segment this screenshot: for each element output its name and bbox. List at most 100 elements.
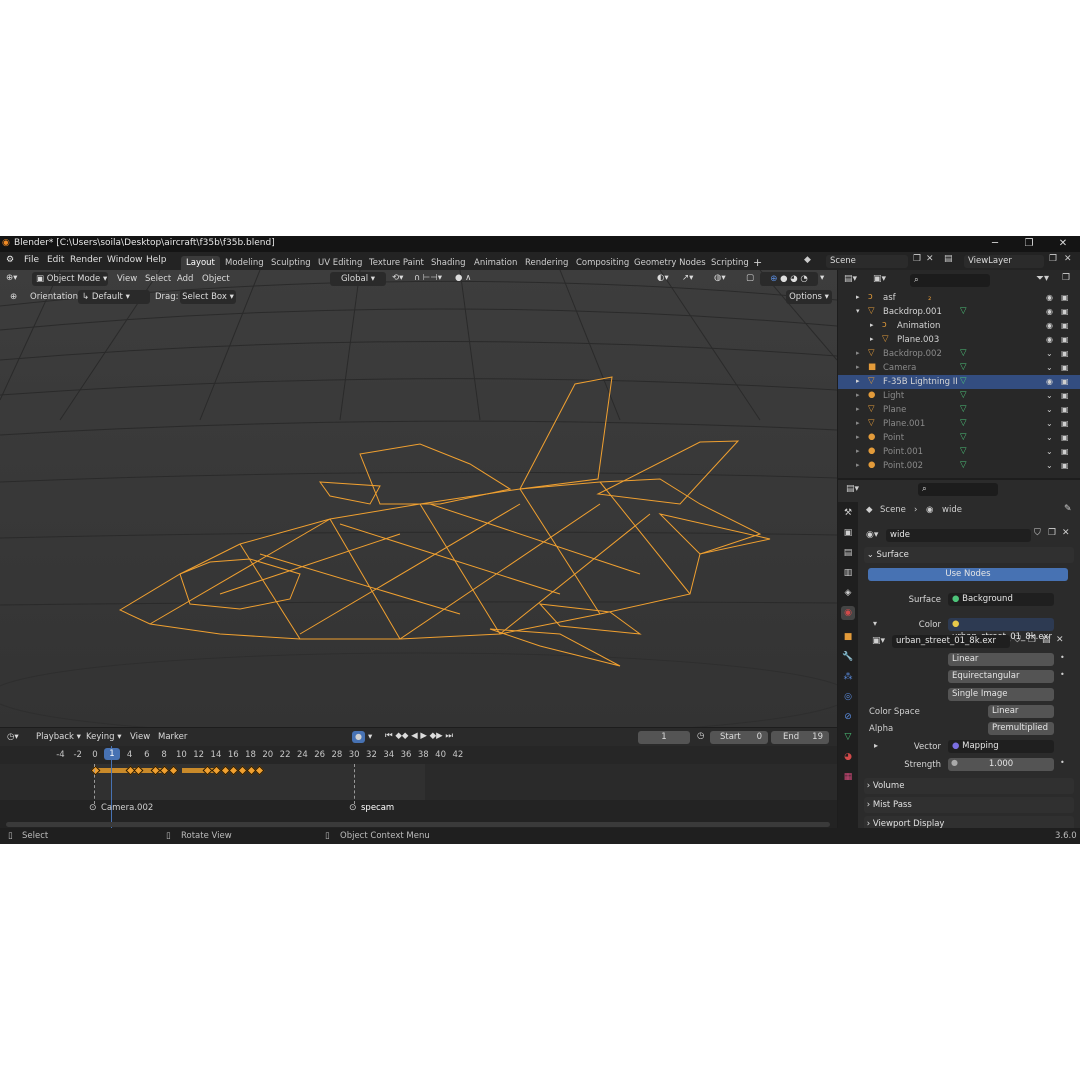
- color-dropdown[interactable]: ● urban_street_01_8k.exr: [948, 618, 1054, 642]
- render-camera-icon[interactable]: ▣: [1061, 335, 1069, 344]
- properties-search-input[interactable]: ⌕: [918, 483, 998, 496]
- data-link-icon[interactable]: ▽: [960, 418, 967, 428]
- outliner-row[interactable]: ▸ ↄ asf ₂ ◉ ▣: [838, 291, 1080, 305]
- physics-tab-icon[interactable]: ◎: [841, 690, 855, 704]
- outliner-row[interactable]: ▸ ▽ F-35B Lightning II ▽ ◉ ▣: [838, 375, 1080, 389]
- image-browse-icon[interactable]: ▣▾: [872, 636, 885, 646]
- expand-toggle-icon[interactable]: ▸: [870, 321, 874, 329]
- expand-toggle-icon[interactable]: ▸: [856, 293, 860, 301]
- modifier-tab-icon[interactable]: 🔧: [841, 650, 855, 664]
- expand-toggle-icon[interactable]: ▸: [856, 419, 860, 427]
- properties-editor-icon[interactable]: ▤▾: [846, 484, 859, 494]
- image-duplicate-icon[interactable]: ❐: [1028, 635, 1036, 645]
- outliner-row[interactable]: ▸ ● Point ▽ ⌄ ▣: [838, 431, 1080, 445]
- pin-icon[interactable]: ✎: [1064, 504, 1072, 514]
- expand-toggle-icon[interactable]: ▾: [856, 307, 860, 315]
- orientation-dropdown[interactable]: ↳ Default ▾: [78, 290, 150, 304]
- proportional-edit-icon[interactable]: ● ∧: [455, 273, 471, 283]
- menu-select[interactable]: Select: [145, 274, 171, 284]
- overlay-icon[interactable]: ◍▾: [714, 273, 726, 283]
- image-name-field[interactable]: urban_street_01_8k.exr: [892, 635, 1010, 648]
- use-nodes-button[interactable]: Use Nodes: [868, 568, 1068, 581]
- outliner-row[interactable]: ▸ ● Point.001 ▽ ⌄ ▣: [838, 445, 1080, 459]
- pivot-icon[interactable]: ⟲▾: [392, 273, 403, 283]
- render-camera-icon[interactable]: ▣: [1061, 307, 1069, 316]
- data-link-icon[interactable]: ▽: [960, 446, 967, 456]
- image-unlink-icon[interactable]: ✕: [1056, 635, 1064, 645]
- outliner-row[interactable]: ▾ ▽ Backdrop.001 ▽ ◉ ▣: [838, 305, 1080, 319]
- auto-keying-dropdown-icon[interactable]: ▾: [368, 732, 372, 742]
- delete-view-layer-icon[interactable]: ✕: [1064, 254, 1072, 264]
- constraints-tab-icon[interactable]: ⊘: [841, 710, 855, 724]
- options-dropdown[interactable]: Options ▾: [786, 290, 832, 304]
- menu-file[interactable]: File: [24, 255, 39, 265]
- outliner-editor-icon[interactable]: ▤▾: [844, 274, 857, 284]
- output-tab-icon[interactable]: ▤: [841, 546, 855, 560]
- wireframe-shading-icon[interactable]: ⊕: [770, 274, 777, 284]
- visibility-icon[interactable]: ◐▾: [657, 273, 669, 283]
- image-open-icon[interactable]: ▤: [1042, 635, 1051, 645]
- texture-tab-icon[interactable]: ▦: [841, 770, 855, 784]
- data-link-icon[interactable]: ▽: [960, 390, 967, 400]
- mist-panel-header[interactable]: › Mist Pass: [864, 797, 1074, 813]
- menu-edit[interactable]: Edit: [47, 255, 64, 265]
- visibility-eye-icon[interactable]: ⌄: [1046, 391, 1053, 400]
- editor-type-icon[interactable]: ⊕▾: [6, 273, 17, 283]
- outliner-row[interactable]: ▸ ▽ Plane.003 ◉ ▣: [838, 333, 1080, 347]
- menu-help[interactable]: Help: [146, 255, 167, 265]
- view-layer-tab-icon[interactable]: ▥: [841, 566, 855, 580]
- outliner-row[interactable]: ▸ ● Light ▽ ⌄ ▣: [838, 389, 1080, 403]
- playback-controls[interactable]: ⏮ ◆◆ ◀ ▶ ◆▶ ⏭: [385, 731, 453, 741]
- outliner-row[interactable]: ▸ ▽ Plane ▽ ⌄ ▣: [838, 403, 1080, 417]
- start-frame-field[interactable]: Start 0: [710, 731, 768, 744]
- image-fake-user-icon[interactable]: ⛉: [1014, 635, 1021, 645]
- end-frame-field[interactable]: End 19: [771, 731, 829, 744]
- projection-dropdown[interactable]: Equirectangular: [948, 670, 1054, 683]
- expand-toggle-icon[interactable]: ▸: [856, 433, 860, 441]
- tool-tab-icon[interactable]: ⚒: [841, 506, 855, 520]
- data-link-icon[interactable]: ▽: [960, 432, 967, 442]
- data-tab-icon[interactable]: ▽: [841, 730, 855, 744]
- data-link-icon[interactable]: ▽: [960, 460, 967, 470]
- auto-keying-icon[interactable]: ●: [352, 731, 365, 743]
- visibility-eye-icon[interactable]: ◉: [1046, 307, 1053, 316]
- surface-panel-header[interactable]: ⌄ Surface: [864, 547, 1074, 563]
- render-camera-icon[interactable]: ▣: [1061, 419, 1069, 428]
- expand-toggle-icon[interactable]: ▸: [856, 391, 860, 399]
- visibility-eye-icon[interactable]: ◉: [1046, 321, 1053, 330]
- viewport-display-panel-header[interactable]: › Viewport Display: [864, 816, 1074, 828]
- timeline-scrollbar[interactable]: [6, 822, 830, 827]
- tab-compositing[interactable]: Compositing: [571, 256, 634, 270]
- render-camera-icon[interactable]: ▣: [1061, 363, 1069, 372]
- maximize-button[interactable]: ❐: [1012, 236, 1046, 252]
- tab-shading[interactable]: Shading: [426, 256, 471, 270]
- data-link-icon[interactable]: ▽: [960, 348, 967, 358]
- render-camera-icon[interactable]: ▣: [1061, 447, 1069, 456]
- outliner-row[interactable]: ▸ ↄ Animation ◉ ▣: [838, 319, 1080, 333]
- data-link-icon[interactable]: ▽: [960, 376, 967, 386]
- snap-icon[interactable]: ∩ ⊢⊣▾: [414, 273, 442, 283]
- world-browse-icon[interactable]: ◉▾: [866, 530, 878, 540]
- strength-field[interactable]: 1.000: [948, 758, 1054, 771]
- minimize-button[interactable]: ─: [978, 236, 1012, 252]
- render-camera-icon[interactable]: ▣: [1061, 405, 1069, 414]
- tab-scripting[interactable]: Scripting: [706, 256, 754, 270]
- playback-menu[interactable]: Playback ▾: [36, 732, 81, 742]
- render-camera-icon[interactable]: ▣: [1061, 321, 1069, 330]
- render-camera-icon[interactable]: ▣: [1061, 461, 1069, 470]
- xray-icon[interactable]: ▢: [746, 273, 754, 283]
- color-space-dropdown[interactable]: Linear: [988, 705, 1054, 718]
- visibility-eye-icon[interactable]: ⌄: [1046, 349, 1053, 358]
- scene-selector[interactable]: Scene: [826, 255, 908, 268]
- keying-menu[interactable]: Keying ▾: [86, 732, 122, 742]
- outliner-row[interactable]: ▸ ■ Camera ▽ ⌄ ▣: [838, 361, 1080, 375]
- shading-options-icon[interactable]: ▾: [820, 273, 824, 283]
- camera-marker-icon[interactable]: ⊙: [349, 803, 357, 813]
- menu-view[interactable]: View: [117, 274, 137, 284]
- visibility-eye-icon[interactable]: ⌄: [1046, 363, 1053, 372]
- visibility-eye-icon[interactable]: ◉: [1046, 335, 1053, 344]
- alpha-dropdown[interactable]: Premultiplied: [988, 722, 1054, 735]
- data-link-icon[interactable]: ▽: [960, 404, 967, 414]
- preview-range-icon[interactable]: ◷: [697, 731, 704, 741]
- shading-mode-buttons[interactable]: ⊕ ● ◕ ◔: [760, 272, 818, 286]
